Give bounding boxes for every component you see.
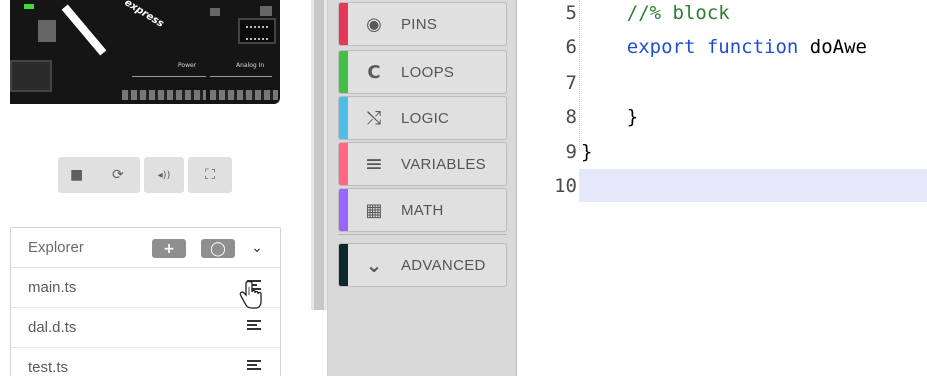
- file-row-test[interactable]: test.ts: [11, 348, 280, 376]
- board-stripe: [61, 4, 107, 56]
- category-pins[interactable]: ◉ PINS: [338, 2, 507, 46]
- category-label: VARIABLES: [401, 156, 486, 173]
- board-pin-labels-analog: [210, 76, 272, 84]
- category-math[interactable]: ▦ MATH: [338, 188, 507, 232]
- simulator-toolbar: ■ ⟳ ◂)) ⛶: [58, 157, 232, 193]
- github-button[interactable]: ◯: [201, 239, 235, 258]
- chevron-down-icon[interactable]: ⌄: [247, 238, 267, 258]
- file-name: test.ts: [28, 359, 69, 376]
- category-label: LOGIC: [401, 110, 450, 127]
- category-color-bar: [339, 3, 348, 45]
- board-led: [24, 4, 34, 9]
- category-label: LOOPS: [401, 64, 455, 81]
- variables-icon: ≡: [364, 151, 384, 177]
- file-name: dal.d.ts: [28, 319, 77, 336]
- category-logic[interactable]: ⤭ LOGIC: [338, 96, 507, 140]
- code-line[interactable]: }: [581, 141, 592, 163]
- board-chip: [238, 18, 276, 44]
- pins-icon: ◉: [366, 13, 382, 35]
- speaker-icon: ◂)): [157, 169, 171, 181]
- fullscreen-button[interactable]: ⛶: [188, 157, 232, 193]
- toolbox-divider: [338, 234, 507, 235]
- file-name: main.ts: [28, 279, 77, 296]
- board-header-analog: [210, 90, 278, 100]
- indent-guide: [579, 0, 580, 150]
- line-number: 6: [565, 36, 577, 58]
- scrollbar-thumb[interactable]: [314, 0, 324, 310]
- chevron-down-icon: ⌄: [365, 253, 383, 277]
- board-analog-label: Analog In: [236, 62, 265, 69]
- category-color-bar: [339, 51, 348, 93]
- board-power-label: Power: [178, 62, 197, 69]
- code-line[interactable]: export function doAwe: [581, 36, 867, 58]
- stop-icon[interactable]: ■: [70, 167, 83, 183]
- app-root: express Power Analog In ■ ⟳ ◂)) ⛶ Explor…: [0, 0, 927, 376]
- board-component: [260, 6, 272, 16]
- plus-icon: +: [163, 240, 175, 257]
- explorer-header[interactable]: Explorer + ◯ ⌄: [11, 228, 280, 268]
- hand-cursor-icon: [239, 281, 262, 309]
- math-icon: ▦: [365, 199, 383, 221]
- board-brand-text: express: [122, 0, 166, 30]
- explorer-title: Explorer: [28, 239, 84, 256]
- code-identifier: doAwe: [809, 36, 867, 58]
- active-line-highlight: [579, 169, 927, 202]
- file-lines-icon[interactable]: [247, 320, 261, 332]
- simulator-panel: express Power Analog In ■ ⟳ ◂)) ⛶ Explor…: [0, 0, 327, 376]
- mute-button[interactable]: ◂)): [144, 157, 184, 193]
- category-label: MATH: [401, 202, 444, 219]
- line-number: 9: [565, 141, 577, 163]
- stop-restart-group: ■ ⟳: [58, 157, 140, 193]
- board-pin-labels-power: [132, 76, 206, 84]
- code-editor[interactable]: 5 6 7 8 9 10 //% block export function d…: [517, 0, 927, 376]
- file-row-dal[interactable]: dal.d.ts: [11, 308, 280, 348]
- logic-icon: ⤭: [366, 107, 382, 129]
- restart-icon[interactable]: ⟳: [112, 167, 124, 183]
- board-component: [210, 8, 220, 16]
- simulator-scrollbar[interactable]: [311, 0, 327, 310]
- line-number: 10: [554, 175, 577, 197]
- loops-icon: C: [367, 61, 381, 83]
- board-power-jack: [10, 60, 52, 92]
- code-line[interactable]: //% block: [581, 2, 730, 24]
- code-keyword: export function: [581, 36, 810, 58]
- fullscreen-icon: ⛶: [205, 167, 215, 183]
- category-variables[interactable]: ≡ VARIABLES: [338, 142, 507, 186]
- line-number: 5: [565, 2, 577, 24]
- category-label: PINS: [401, 16, 438, 33]
- add-file-button[interactable]: +: [152, 239, 186, 258]
- code-line[interactable]: }: [581, 106, 638, 128]
- line-number: 7: [565, 72, 577, 94]
- category-color-bar: [339, 189, 348, 231]
- category-color-bar: [339, 244, 348, 286]
- category-loops[interactable]: C LOOPS: [338, 50, 507, 94]
- board-image[interactable]: express Power Analog In: [10, 0, 280, 104]
- board-header-power: [122, 90, 206, 100]
- category-color-bar: [339, 143, 348, 185]
- category-color-bar: [339, 97, 348, 139]
- file-lines-icon[interactable]: [247, 360, 261, 372]
- board-component: [38, 20, 56, 42]
- category-label: ADVANCED: [401, 257, 486, 274]
- blocks-toolbox: ◉ PINS C LOOPS ⤭ LOGIC ≡ VARIABLES ▦ MAT…: [327, 0, 518, 376]
- github-icon: ◯: [210, 240, 226, 257]
- line-number: 8: [565, 106, 577, 128]
- category-advanced[interactable]: ⌄ ADVANCED: [338, 243, 507, 287]
